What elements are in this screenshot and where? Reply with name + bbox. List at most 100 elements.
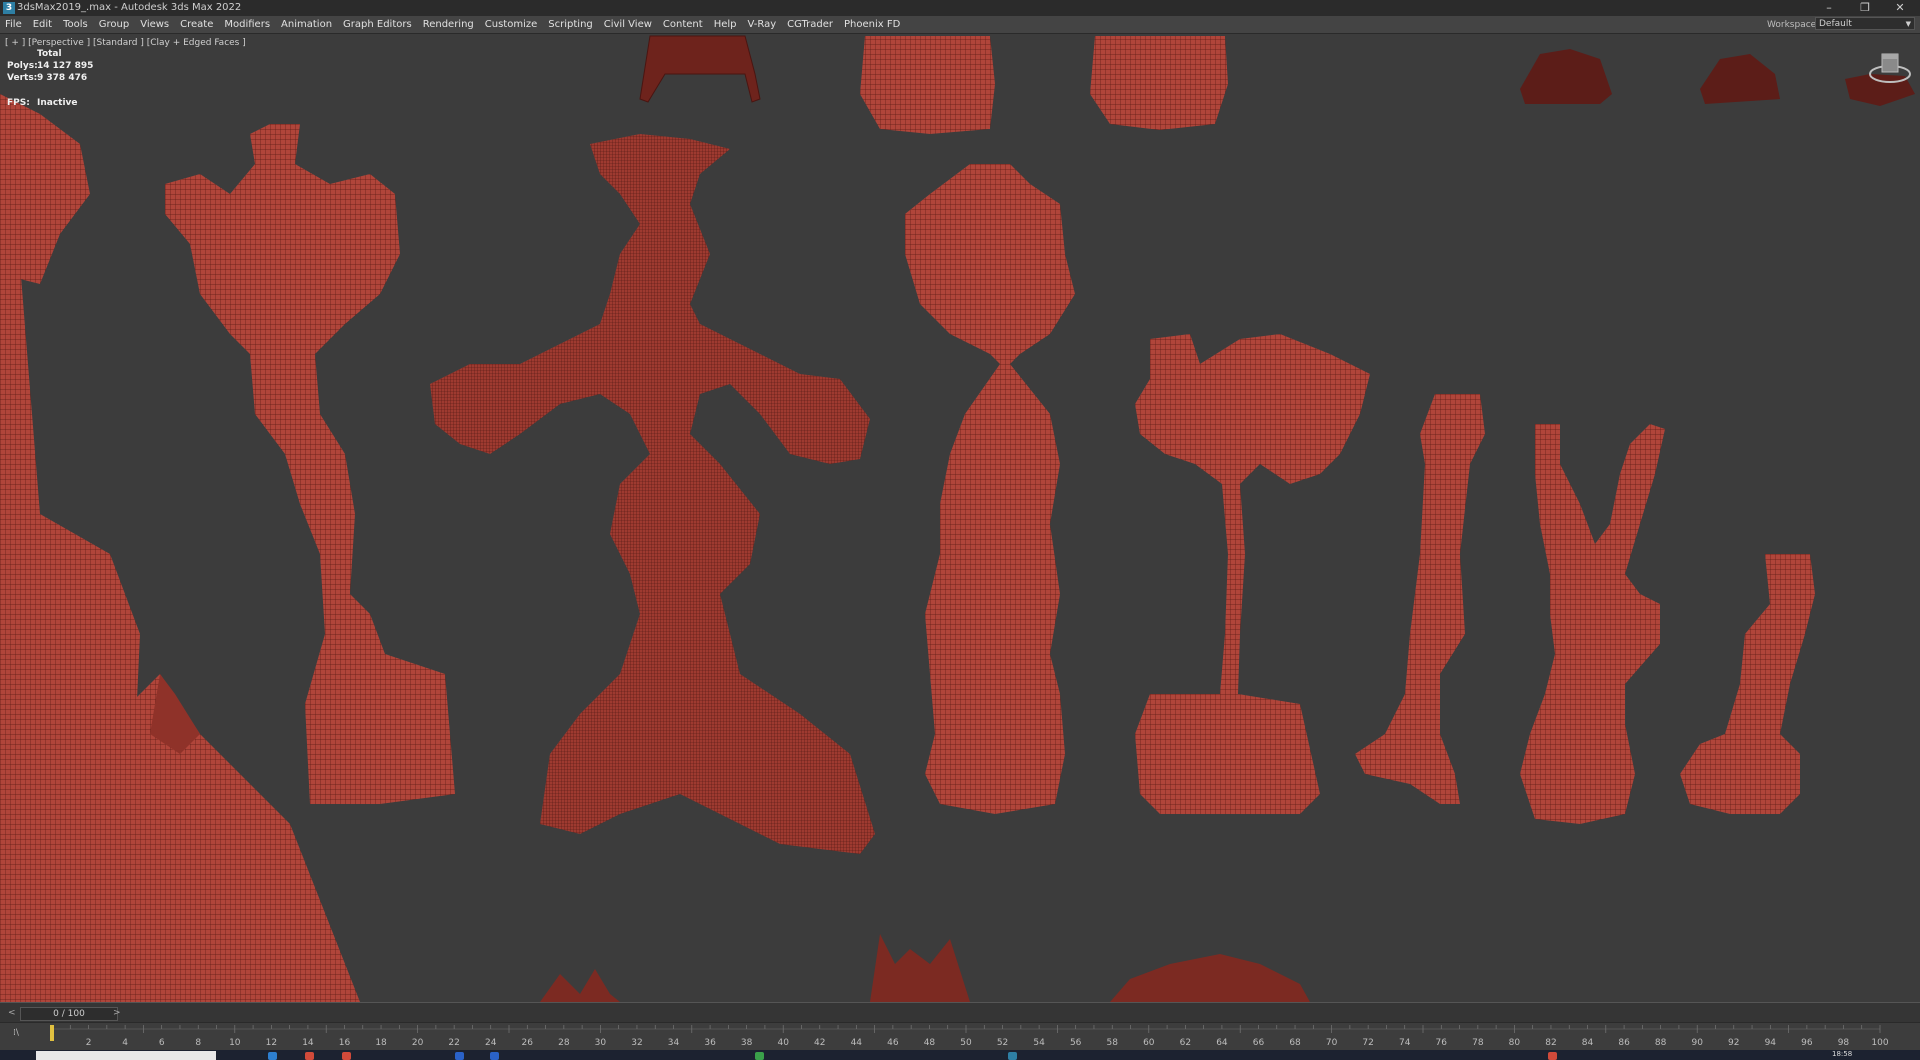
ruler-tick-label: 12 [266, 1038, 277, 1048]
ruler-tick-label: 40 [777, 1038, 789, 1048]
taskbar-app-icon[interactable] [342, 1052, 351, 1060]
track-bar[interactable]: ⁞\ 2 4 6 8 10 12 14 16 18 20 22 24 26 28 30 32 34 36 38 40 4… [0, 1022, 1920, 1051]
menu-item-modifiers[interactable]: Modifiers [224, 19, 270, 30]
menu-item-civil-view[interactable]: Civil View [604, 19, 652, 30]
ruler-tick-label: 94 [1765, 1038, 1777, 1048]
time-slider-track[interactable]: 0 / 100 [20, 1007, 118, 1021]
stats-total-label: Total [37, 49, 62, 59]
verts-label: Verts: [7, 73, 38, 83]
frame-ruler[interactable]: 2 4 6 8 10 12 14 16 18 20 22 24 26 28 30 32 34 36 38 40 42 44… [0, 1023, 1920, 1051]
ruler-tick-label: 18 [375, 1038, 387, 1048]
ruler-tick-label: 88 [1655, 1038, 1667, 1048]
ruler-tick-label: 22 [448, 1038, 459, 1048]
ruler-tick-label: 62 [1180, 1038, 1191, 1048]
ruler-tick-label: 78 [1472, 1038, 1484, 1048]
menu-item-customize[interactable]: Customize [485, 19, 538, 30]
ruler-tick-label: 44 [851, 1038, 863, 1048]
menu-item-rendering[interactable]: Rendering [423, 19, 474, 30]
ruler-tick-label: 24 [485, 1038, 497, 1048]
taskbar-app-icon[interactable] [455, 1052, 464, 1060]
menu-list: File Edit Tools Group Views Create Modifiers An… [5, 19, 911, 30]
restore-button[interactable]: ❐ [1851, 1, 1879, 15]
scene-render [0, 35, 1915, 1002]
candlestick-right [1680, 554, 1815, 814]
menu-item-content[interactable]: Content [663, 19, 703, 30]
ruler-tick-label: 60 [1143, 1038, 1155, 1048]
ruler-tick-label: 58 [1107, 1038, 1119, 1048]
taskbar-search[interactable] [36, 1051, 216, 1060]
menu-item-phoenix-fd[interactable]: Phoenix FD [844, 19, 900, 30]
window-title: 3dsMax2019_.max - Autodesk 3ds Max 2022 [17, 2, 242, 13]
ruler-tick-label: 54 [1033, 1038, 1045, 1048]
ruler-tick-label: 92 [1728, 1038, 1739, 1048]
ruler-tick-label: 80 [1509, 1038, 1521, 1048]
fps-readout: FPS: Inactive [7, 98, 78, 108]
menu-bar: File Edit Tools Group Views Create Modifiers An… [0, 16, 1920, 34]
statistics-overlay: Total Polys:14 127 895 Verts:9 378 476 [7, 49, 93, 85]
menu-item-edit[interactable]: Edit [33, 19, 52, 30]
perspective-viewport[interactable]: [ + ] [Perspective ] [Standard ] [Clay +… [0, 34, 1920, 1002]
taskbar-app-icon[interactable] [268, 1052, 277, 1060]
ruler-tick-label: 14 [302, 1038, 314, 1048]
viewcube-icon[interactable] [1842, 42, 1912, 92]
next-frame-button[interactable]: > [113, 1008, 123, 1018]
ruler-tick-label: 4 [122, 1038, 128, 1048]
app-icon[interactable]: 3 [3, 2, 15, 14]
close-button[interactable]: ✕ [1886, 1, 1914, 15]
ruler-tick-label: 82 [1545, 1038, 1556, 1048]
fps-label: FPS: [7, 98, 30, 108]
time-slider[interactable]: < 0 / 100 > [0, 1002, 1920, 1023]
ruler-tick-label: 70 [1326, 1038, 1338, 1048]
ruler-tick-label: 50 [960, 1038, 972, 1048]
current-frame-marker[interactable] [50, 1025, 54, 1041]
verts-value: 9 378 476 [37, 73, 88, 83]
ruler-tick-label: 42 [814, 1038, 825, 1048]
ruler-tick-label: 34 [668, 1038, 680, 1048]
menu-item-graph-editors[interactable]: Graph Editors [343, 19, 412, 30]
ruler-tick-label: 76 [1436, 1038, 1448, 1048]
candelabra-ornate-center [430, 134, 875, 854]
menu-item-group[interactable]: Group [99, 19, 129, 30]
ruler-tick-label: 30 [595, 1038, 607, 1048]
menu-item-create[interactable]: Create [180, 19, 213, 30]
ruler-tick-label: 86 [1618, 1038, 1630, 1048]
ruler-tick-label: 48 [924, 1038, 936, 1048]
ruler-tick-label: 6 [159, 1038, 165, 1048]
ruler-tick-label: 84 [1582, 1038, 1594, 1048]
ruler-tick-label: 96 [1801, 1038, 1813, 1048]
ruler-tick-label: 56 [1070, 1038, 1082, 1048]
taskbar-app-icon[interactable] [1008, 1052, 1017, 1060]
menu-item-cgtrader[interactable]: CGTrader [787, 19, 833, 30]
menu-item-animation[interactable]: Animation [281, 19, 332, 30]
ruler-tick-label: 52 [997, 1038, 1008, 1048]
ruler-tick-label: 2 [86, 1038, 92, 1048]
taskbar-app-icon[interactable] [755, 1052, 764, 1060]
viewport-label[interactable]: [ + ] [Perspective ] [Standard ] [Clay +… [5, 38, 246, 48]
minimize-button[interactable]: – [1815, 1, 1843, 15]
menu-item-help[interactable]: Help [714, 19, 737, 30]
taskbar-app-icon[interactable] [1548, 1052, 1557, 1060]
menu-item-views[interactable]: Views [140, 19, 169, 30]
menu-item-file[interactable]: File [5, 19, 22, 30]
candelabra-deer [1520, 424, 1665, 824]
prev-frame-button[interactable]: < [8, 1008, 18, 1018]
workspaces-dropdown[interactable]: Default ▼ [1815, 17, 1915, 30]
candelabra-woman-figure [905, 164, 1075, 814]
ruler-tick-label: 32 [631, 1038, 642, 1048]
ruler-tick-label: 90 [1691, 1038, 1703, 1048]
ruler-tick-label: 36 [704, 1038, 716, 1048]
menu-item-scripting[interactable]: Scripting [548, 19, 592, 30]
menu-item-tools[interactable]: Tools [63, 19, 88, 30]
taskbar-app-icon[interactable] [490, 1052, 499, 1060]
candelabra-palm [1135, 334, 1370, 814]
candlestick-thin [1355, 394, 1485, 804]
polys-value: 14 127 895 [37, 61, 94, 71]
ruler-tick-label: 38 [741, 1038, 753, 1048]
menu-item-v-ray[interactable]: V-Ray [748, 19, 777, 30]
windows-taskbar: 18:58 [0, 1050, 1920, 1060]
taskbar-clock[interactable]: 18:58 [1832, 1050, 1852, 1058]
ruler-tick-label: 72 [1362, 1038, 1373, 1048]
ruler-tick-label: 26 [522, 1038, 534, 1048]
ruler-tick-label: 20 [412, 1038, 424, 1048]
taskbar-app-icon[interactable] [305, 1052, 314, 1060]
